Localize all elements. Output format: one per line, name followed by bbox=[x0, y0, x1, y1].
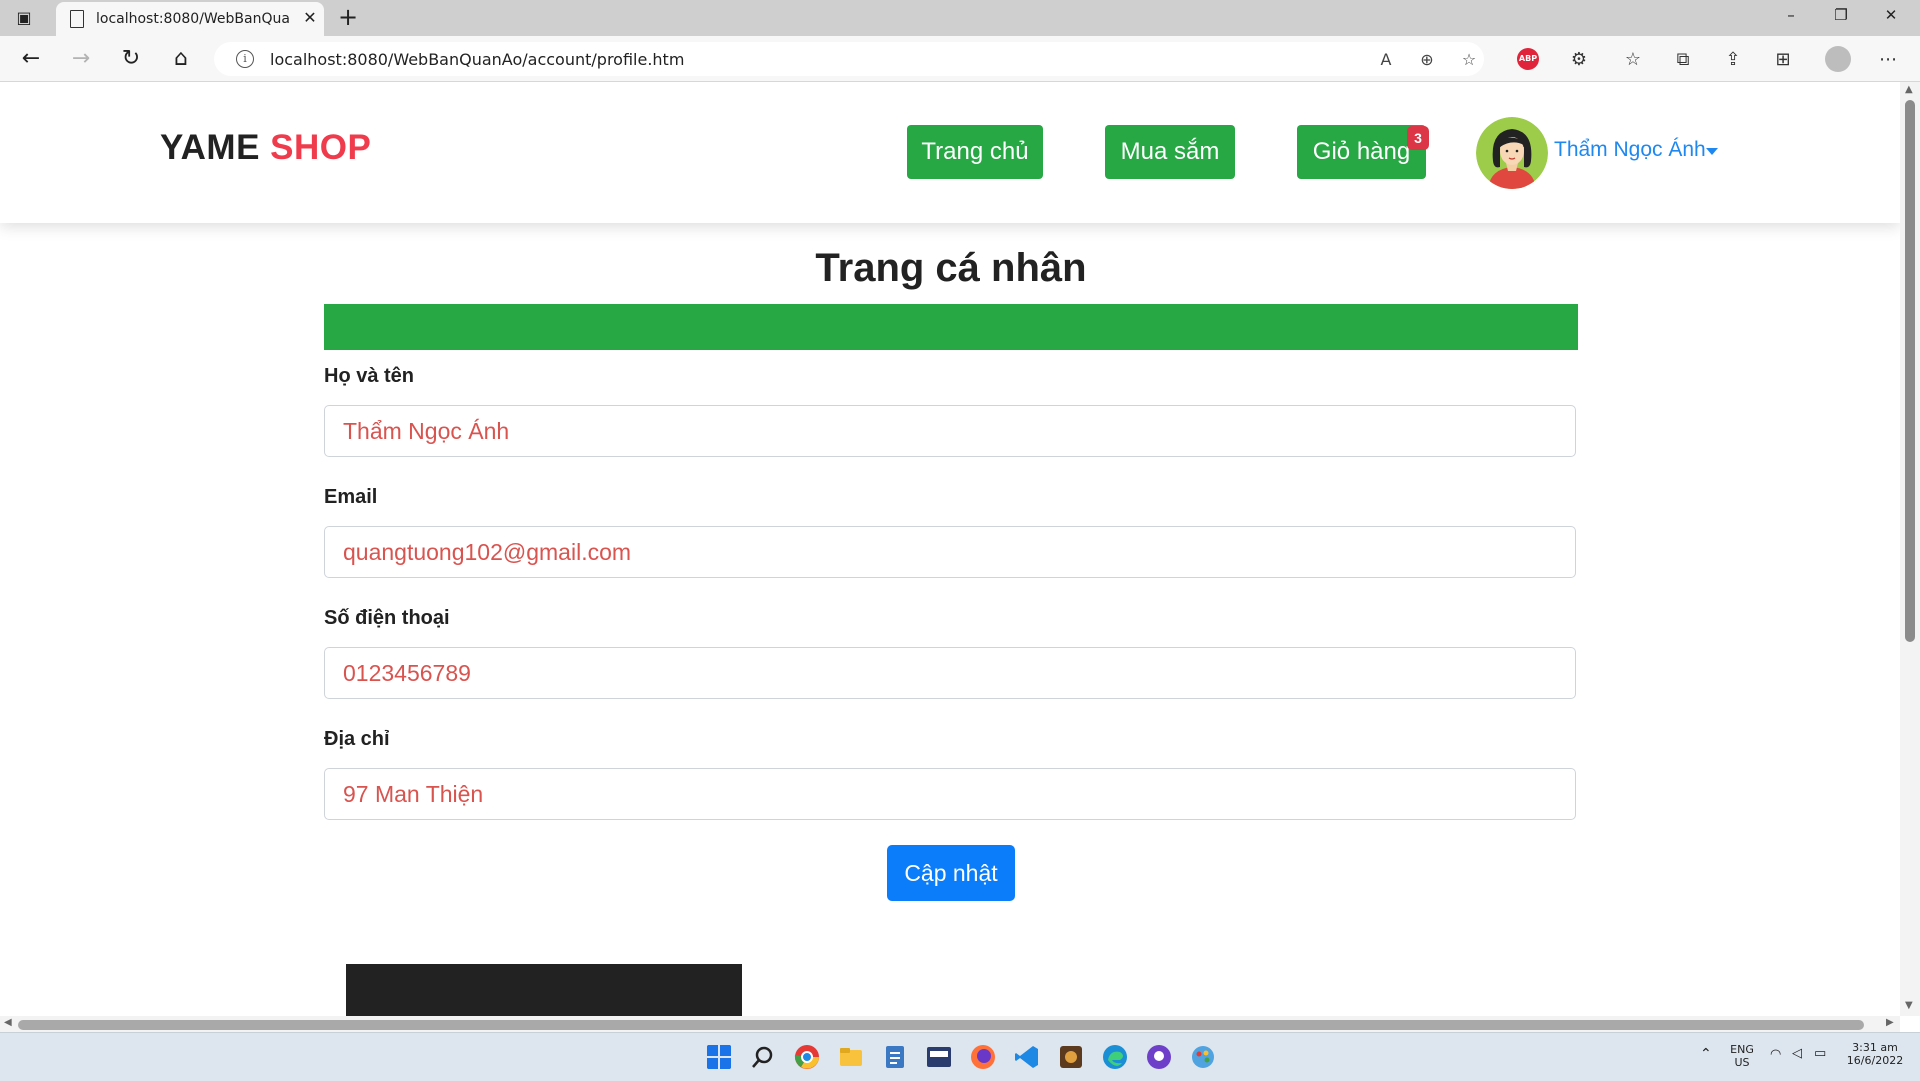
zoom-icon[interactable]: ⊕ bbox=[1416, 49, 1438, 71]
site-navbar: YAME SHOP Trang chủ Mua sắm Giỏ hàng 3 T… bbox=[0, 82, 1900, 223]
windows-start-icon[interactable] bbox=[706, 1044, 732, 1070]
chrome-icon[interactable] bbox=[794, 1044, 820, 1070]
email-field[interactable] bbox=[324, 526, 1576, 578]
tab-title: localhost:8080/WebBanQuanAo/ bbox=[96, 11, 291, 27]
search-icon[interactable] bbox=[750, 1044, 776, 1070]
update-button[interactable]: Cập nhật bbox=[887, 845, 1015, 901]
sidebar-icon[interactable]: ⊞ bbox=[1770, 47, 1796, 73]
clock[interactable]: 3:31 am 16/6/2022 bbox=[1838, 1041, 1912, 1067]
collections-icon[interactable]: ⧉ bbox=[1670, 47, 1696, 73]
dev-cpp-icon[interactable] bbox=[926, 1044, 952, 1070]
vscode-icon[interactable] bbox=[1014, 1044, 1040, 1070]
scroll-up-icon[interactable]: ▲ bbox=[1905, 84, 1913, 95]
info-icon[interactable]: i bbox=[236, 50, 254, 68]
scroll-right-icon[interactable]: ▶ bbox=[1886, 1017, 1894, 1028]
cart-count-badge: 3 bbox=[1407, 126, 1429, 150]
read-aloud-icon[interactable]: A bbox=[1375, 49, 1397, 71]
horizontal-scrollbar[interactable]: ◀ ▶ bbox=[0, 1016, 1900, 1032]
address-bar[interactable]: i localhost:8080/WebBanQuanAo/account/pr… bbox=[214, 42, 1484, 76]
phone-label: Số điện thoại bbox=[324, 607, 450, 629]
phone-field[interactable] bbox=[324, 647, 1576, 699]
fullname-label: Họ và tên bbox=[324, 365, 415, 387]
restore-icon[interactable]: ❐ bbox=[1826, 6, 1856, 28]
vertical-scroll-thumb[interactable] bbox=[1905, 100, 1915, 642]
tab-actions-icon[interactable]: ▣ bbox=[14, 8, 34, 28]
browser-tab[interactable]: localhost:8080/WebBanQuanAo/ ✕ bbox=[56, 2, 324, 36]
profile-icon[interactable] bbox=[1825, 46, 1851, 72]
vertical-scrollbar[interactable]: ▲ ▼ bbox=[1900, 82, 1920, 1016]
brand-logo[interactable]: YAME SHOP bbox=[160, 128, 371, 168]
volume-icon[interactable]: ◁ bbox=[1792, 1046, 1802, 1061]
minimize-icon[interactable]: – bbox=[1776, 6, 1806, 28]
chevron-down-icon[interactable] bbox=[1706, 148, 1718, 155]
language-indicator[interactable]: ENG US bbox=[1724, 1043, 1760, 1069]
footer-block bbox=[346, 964, 742, 1016]
horizontal-scroll-thumb[interactable] bbox=[18, 1020, 1864, 1030]
close-tab-icon[interactable]: ✕ bbox=[300, 8, 320, 28]
language-code: ENG bbox=[1730, 1043, 1754, 1056]
brand-shop: SHOP bbox=[270, 128, 372, 167]
game-icon[interactable] bbox=[1058, 1044, 1084, 1070]
fullname-field[interactable] bbox=[324, 405, 1576, 457]
clock-date: 16/6/2022 bbox=[1846, 1054, 1904, 1067]
paint-icon[interactable] bbox=[1190, 1044, 1216, 1070]
home-icon[interactable]: ⌂ bbox=[166, 44, 196, 74]
firefox-icon[interactable] bbox=[970, 1044, 996, 1070]
scroll-down-icon[interactable]: ▼ bbox=[1905, 1000, 1913, 1011]
region-code: US bbox=[1734, 1056, 1750, 1069]
favorite-add-icon[interactable]: ☆ bbox=[1458, 49, 1480, 71]
title-divider-bar bbox=[324, 304, 1578, 350]
edge-icon[interactable] bbox=[1102, 1044, 1128, 1070]
avatar-image bbox=[1476, 117, 1548, 189]
home-button[interactable]: Trang chủ bbox=[907, 125, 1043, 179]
file-explorer-icon[interactable] bbox=[838, 1044, 864, 1070]
github-icon[interactable] bbox=[1146, 1044, 1172, 1070]
notepad-icon[interactable] bbox=[882, 1044, 908, 1070]
more-icon[interactable]: ⋯ bbox=[1875, 47, 1901, 73]
shop-button[interactable]: Mua sắm bbox=[1105, 125, 1235, 179]
favorites-icon[interactable]: ☆ bbox=[1620, 47, 1646, 73]
user-menu[interactable]: Thẩm Ngọc Ánh bbox=[1554, 138, 1706, 162]
refresh-icon[interactable]: ↻ bbox=[116, 44, 146, 74]
brand-yame: YAME bbox=[160, 128, 260, 167]
address-field[interactable] bbox=[324, 768, 1576, 820]
clock-time: 3:31 am bbox=[1852, 1041, 1898, 1054]
tab-bar: ▣ localhost:8080/WebBanQuanAo/ ✕ + – ❐ ✕ bbox=[0, 0, 1920, 36]
url-text[interactable]: localhost:8080/WebBanQuanAo/account/prof… bbox=[270, 50, 684, 69]
battery-icon[interactable]: ▭ bbox=[1814, 1046, 1826, 1061]
adblock-icon[interactable]: ABP bbox=[1517, 48, 1539, 70]
wifi-icon[interactable]: ◠ bbox=[1770, 1047, 1781, 1062]
page-icon bbox=[70, 10, 84, 28]
page-title: Trang cá nhân bbox=[815, 246, 1087, 290]
page-viewport: YAME SHOP Trang chủ Mua sắm Giỏ hàng 3 T… bbox=[0, 82, 1900, 1016]
extensions-icon[interactable]: ⚙ bbox=[1566, 47, 1592, 73]
chevron-up-icon[interactable]: ⌃ bbox=[1700, 1046, 1712, 1062]
address-label: Địa chỉ bbox=[324, 728, 390, 750]
new-tab-icon[interactable]: + bbox=[336, 4, 360, 30]
close-window-icon[interactable]: ✕ bbox=[1876, 6, 1906, 28]
scroll-left-icon[interactable]: ◀ bbox=[4, 1017, 12, 1028]
email-label: Email bbox=[324, 486, 378, 508]
back-icon[interactable]: ← bbox=[16, 44, 46, 74]
avatar[interactable] bbox=[1476, 117, 1548, 189]
forward-icon[interactable]: → bbox=[66, 44, 96, 74]
share-icon[interactable]: ⇪ bbox=[1720, 47, 1746, 73]
taskbar: ⌃ ENG US ◠ ◁ ▭ 3:31 am 16/6/2022 bbox=[0, 1032, 1920, 1081]
